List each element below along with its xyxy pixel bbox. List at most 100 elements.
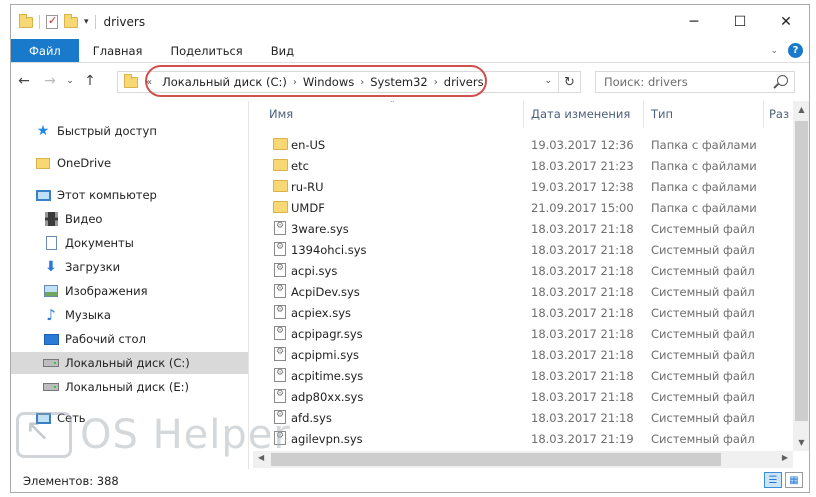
sidebar-item-label: Документы <box>65 236 134 250</box>
table-row[interactable]: acpitime.sys 18.03.2017 21:18 Системный фа… <box>253 365 793 386</box>
horizontal-scrollbar[interactable]: ◀ ▶ <box>253 451 793 468</box>
scroll-right-icon[interactable]: ▶ <box>782 453 788 462</box>
system-file-icon <box>274 389 286 403</box>
back-arrow-icon[interactable]: ← <box>11 73 37 89</box>
window-title: drivers <box>103 15 146 29</box>
file-date: 18.03.2017 21:18 <box>531 263 634 278</box>
system-file-icon <box>274 263 286 277</box>
file-name: acpi.sys <box>291 263 338 278</box>
table-row[interactable]: 3ware.sys 18.03.2017 21:18 Системный файл <box>253 218 793 239</box>
sidebar-item-label: Локальный диск (C:) <box>65 356 190 370</box>
drive-icon <box>43 383 59 391</box>
file-date: 18.03.2017 21:18 <box>531 389 634 404</box>
divider <box>39 15 40 29</box>
new-folder-icon[interactable] <box>64 13 78 28</box>
file-type: Папка с файлами <box>651 179 757 194</box>
folder-icon <box>273 180 288 192</box>
column-header-name[interactable]: Имя <box>269 107 293 121</box>
computer-icon <box>35 189 51 201</box>
tab-view[interactable]: Вид <box>257 39 308 62</box>
scroll-thumb[interactable] <box>271 453 721 466</box>
sidebar-item-label: Изображения <box>65 284 148 298</box>
table-row[interactable]: en-US 19.03.2017 12:36 Папка с файлами <box>253 134 793 155</box>
table-row[interactable]: AcpiDev.sys 18.03.2017 21:18 Системный фай… <box>253 281 793 302</box>
system-file-icon <box>274 284 286 298</box>
forward-arrow-icon[interactable]: → <box>37 73 63 89</box>
sidebar-item-desktop[interactable]: Рабочий стол <box>11 328 248 350</box>
tab-home[interactable]: Главная <box>79 39 157 62</box>
file-date: 18.03.2017 21:18 <box>531 410 634 425</box>
table-row[interactable]: acpiex.sys 18.03.2017 21:18 Системный файл <box>253 302 793 323</box>
scroll-up-icon[interactable]: ▲ <box>793 105 809 114</box>
file-date: 18.03.2017 21:23 <box>531 158 634 173</box>
file-name: en-US <box>291 137 326 152</box>
table-row[interactable]: agilevpn.sys 18.03.2017 21:19 Системный фа… <box>253 428 793 449</box>
status-bar: Элементов: 388 ☰ ▦ <box>11 469 809 492</box>
file-name: AcpiDev.sys <box>291 284 360 299</box>
table-row[interactable]: acpi.sys 18.03.2017 21:18 Системный файл <box>253 260 793 281</box>
sidebar-item-this-pc[interactable]: Этот компьютер <box>11 184 248 206</box>
file-type: Системный файл <box>651 326 755 341</box>
sidebar-item-videos[interactable]: Видео <box>11 208 248 230</box>
music-icon: ♪ <box>46 306 56 324</box>
close-button[interactable]: ✕ <box>763 5 809 39</box>
scroll-down-icon[interactable]: ▼ <box>793 438 809 447</box>
search-input[interactable]: Поиск: drivers <box>595 71 795 93</box>
table-row[interactable]: etc 18.03.2017 21:23 Папка с файлами <box>253 155 793 176</box>
sidebar-item-documents[interactable]: Документы <box>11 232 248 254</box>
view-switcher: ☰ ▦ <box>764 472 803 488</box>
table-row[interactable]: 1394ohci.sys 18.03.2017 21:18 Системный фа… <box>253 239 793 260</box>
table-row[interactable]: acpipagr.sys 18.03.2017 21:18 Системный фа… <box>253 323 793 344</box>
file-type: Системный файл <box>651 410 755 425</box>
file-name: UMDF <box>291 200 325 215</box>
column-divider[interactable] <box>643 101 644 127</box>
system-file-icon <box>274 305 286 319</box>
sidebar-item-onedrive[interactable]: OneDrive <box>11 152 248 174</box>
search-icon[interactable] <box>777 75 788 86</box>
maximize-button[interactable]: ☐ <box>717 5 763 39</box>
file-type: Системный файл <box>651 284 755 299</box>
scroll-thumb[interactable] <box>795 121 808 421</box>
file-type: Системный файл <box>651 389 755 404</box>
column-divider[interactable] <box>523 101 524 127</box>
tab-share[interactable]: Поделиться <box>156 39 256 62</box>
sidebar-item-local-disk-c[interactable]: Локальный диск (C:) <box>11 352 248 374</box>
minimize-button[interactable]: ─ <box>671 5 717 39</box>
refresh-icon[interactable]: ↻ <box>558 72 580 92</box>
column-header-date[interactable]: Дата изменения <box>531 107 630 121</box>
sidebar-item-label: Видео <box>65 212 103 226</box>
sidebar-item-label: Быстрый доступ <box>57 124 157 138</box>
sidebar-item-label: Рабочий стол <box>65 332 146 346</box>
customize-toolbar-icon[interactable]: ▾ <box>84 17 89 27</box>
sidebar-item-pictures[interactable]: Изображения <box>11 280 248 302</box>
table-row[interactable]: UMDF 21.09.2017 15:00 Папка с файлами <box>253 197 793 218</box>
file-date: 18.03.2017 21:18 <box>531 221 634 236</box>
help-icon[interactable]: ? <box>788 43 803 58</box>
table-row[interactable]: ru-RU 19.03.2017 12:38 Папка с файлами <box>253 176 793 197</box>
star-icon: ★ <box>36 123 50 139</box>
sidebar-item-local-disk-e[interactable]: Локальный диск (E:) <box>11 376 248 398</box>
file-date: 18.03.2017 21:18 <box>531 305 634 320</box>
file-date: 18.03.2017 21:18 <box>531 326 634 341</box>
sidebar-item-downloads[interactable]: ⬇ Загрузки <box>11 256 248 278</box>
sidebar-item-music[interactable]: ♪ Музыка <box>11 304 248 326</box>
recent-locations-icon[interactable]: ⌄ <box>63 76 77 86</box>
table-row[interactable]: acpipmi.sys 18.03.2017 21:18 Системный фай… <box>253 344 793 365</box>
table-row[interactable]: adp80xx.sys 18.03.2017 21:18 Системный фай… <box>253 386 793 407</box>
expand-ribbon-icon[interactable]: ⌄ <box>770 46 778 56</box>
column-divider[interactable] <box>763 101 764 127</box>
sidebar-item-quick-access[interactable]: ★ Быстрый доступ <box>11 120 248 142</box>
properties-icon[interactable] <box>46 14 58 29</box>
column-header-type[interactable]: Тип <box>651 107 673 121</box>
large-icons-view-icon[interactable]: ▦ <box>785 472 803 488</box>
column-header-size[interactable]: Раз <box>769 107 789 121</box>
up-arrow-icon[interactable]: ↑ <box>77 73 103 89</box>
system-file-icon <box>274 326 286 340</box>
item-count: Элементов: 388 <box>23 474 119 488</box>
vertical-scrollbar[interactable]: ▲ ▼ <box>793 101 809 451</box>
details-view-icon[interactable]: ☰ <box>764 472 782 488</box>
tab-file[interactable]: Файл <box>11 39 79 62</box>
folder-icon <box>273 201 288 213</box>
table-row[interactable]: afd.sys 18.03.2017 21:18 Системный файл <box>253 407 793 428</box>
address-history-icon[interactable]: ⌄ <box>544 76 552 86</box>
